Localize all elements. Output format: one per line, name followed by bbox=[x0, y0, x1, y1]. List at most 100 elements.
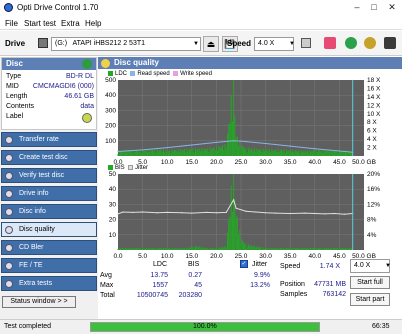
bottom-y-right-tick: 16% bbox=[367, 186, 380, 193]
menu-start-test[interactable]: Start test bbox=[24, 19, 56, 28]
chevron-down-icon: ▼ bbox=[385, 263, 391, 269]
total-ldc: 10500745 bbox=[136, 292, 168, 299]
top-read-speed-point bbox=[215, 141, 217, 143]
bottom-y-left-tick: 10 bbox=[109, 232, 117, 239]
drive-icon bbox=[38, 38, 48, 48]
app-icon bbox=[4, 3, 13, 12]
col-header-ldc: LDC bbox=[153, 261, 168, 268]
top-x-tick: 20.0 bbox=[210, 159, 223, 166]
top-x-tick: 40.0 bbox=[308, 159, 321, 166]
close-icon[interactable]: ✕ bbox=[385, 2, 399, 13]
progress-text: 100.0% bbox=[193, 323, 217, 330]
start-full-button[interactable]: Start full bbox=[350, 276, 390, 289]
bottom-jitter-point bbox=[122, 211, 124, 213]
top-y-right-tick: 2 X bbox=[367, 145, 377, 152]
arrow-icon[interactable] bbox=[301, 38, 311, 48]
disc-key-type: Type bbox=[6, 73, 22, 80]
nav-item-label: Create test disc bbox=[19, 154, 68, 161]
bottom-jitter-point bbox=[225, 211, 227, 213]
bottom-x-tick: 45.0 bbox=[333, 253, 346, 260]
nav-item-drive-info[interactable]: Drive info bbox=[1, 186, 97, 201]
nav-item-label: Disc info bbox=[19, 208, 46, 215]
disc-copy-icon[interactable] bbox=[345, 37, 357, 49]
nav-item-label: CD Bler bbox=[19, 244, 44, 251]
top-y-left-tick: 200 bbox=[105, 123, 116, 130]
position-label: Position bbox=[280, 281, 305, 288]
bottom-x-tick: 10.0 bbox=[161, 253, 174, 260]
toolbar: Drive (G:) ATAPI iHBS212 2 53T1 ▼ ⏏ 💾 Sp… bbox=[0, 31, 402, 56]
top-x-tick: 25.0 bbox=[235, 159, 248, 166]
bottom-jitter-point bbox=[265, 212, 267, 214]
nav-item-label: Drive info bbox=[19, 190, 49, 197]
top-read-speed-point bbox=[233, 140, 235, 142]
minimize-icon[interactable]: – bbox=[350, 2, 364, 13]
menu-help[interactable]: Help bbox=[85, 19, 101, 28]
top-y-left-tick: 100 bbox=[105, 138, 116, 145]
bottom-y-left-tick: 50 bbox=[109, 171, 117, 178]
drive-select[interactable]: (G:) ATAPI iHBS212 2 53T1 bbox=[51, 37, 201, 51]
nav-item-label: FE / TE bbox=[19, 262, 43, 269]
bottom-y-left-tick: 30 bbox=[109, 201, 117, 208]
bottom-jitter-point bbox=[274, 212, 277, 214]
bottom-jitter-point bbox=[333, 212, 336, 215]
nav-item-cd-bler[interactable]: CD Bler bbox=[1, 240, 97, 255]
legend-read-swatch bbox=[130, 71, 136, 76]
disc-value-contents: data bbox=[80, 103, 94, 110]
label-edit-icon[interactable] bbox=[82, 113, 92, 123]
bottom-jitter-point bbox=[324, 213, 326, 215]
maximize-icon[interactable]: □ bbox=[367, 2, 381, 13]
title-bar: Opti Drive Control 1.70 – □ ✕ bbox=[0, 0, 402, 15]
menu-extra[interactable]: Extra bbox=[61, 19, 80, 28]
avg-label: Avg bbox=[100, 272, 112, 279]
settings-icon[interactable] bbox=[364, 37, 376, 49]
nav-item-transfer-rate[interactable]: Transfer rate bbox=[1, 132, 97, 147]
bottom-jitter-point bbox=[304, 212, 306, 214]
bottom-jitter-point bbox=[255, 211, 257, 213]
speed-stat-label: Speed bbox=[280, 263, 301, 270]
nav-item-fe-te[interactable]: FE / TE bbox=[1, 258, 97, 273]
window-title: Opti Drive Control 1.70 bbox=[17, 3, 99, 12]
max-ldc: 1557 bbox=[152, 282, 168, 289]
top-x-tick: 30.0 bbox=[259, 159, 272, 166]
refresh-icon[interactable] bbox=[82, 59, 92, 69]
top-x-tick: 15.0 bbox=[185, 159, 198, 166]
bottom-jitter-point bbox=[156, 212, 158, 214]
nav-item-disc-quality[interactable]: Disc quality bbox=[1, 222, 97, 237]
jitter-checkbox[interactable]: ✓ bbox=[240, 260, 248, 268]
total-label: Total bbox=[100, 292, 115, 299]
erase-icon[interactable] bbox=[324, 37, 336, 49]
save-file-icon[interactable] bbox=[384, 37, 396, 49]
bottom-jitter-point bbox=[215, 212, 217, 214]
top-y-right-tick: 8 X bbox=[367, 119, 377, 126]
drive-letter: (G:) bbox=[55, 40, 68, 47]
nav-item-extra-tests[interactable]: Extra tests bbox=[1, 276, 97, 291]
top-x-tick: 35.0 bbox=[284, 159, 297, 166]
nav-item-label: Disc quality bbox=[19, 226, 55, 233]
speed-select[interactable]: 4.0 X bbox=[254, 37, 294, 51]
top-y-right-tick: 14 X bbox=[367, 94, 381, 101]
nav-item-verify-test-disc[interactable]: Verify test disc bbox=[1, 168, 97, 183]
quality-speed-select[interactable]: 4.0 X bbox=[350, 259, 390, 273]
stats-panel: LDC BIS Avg 13.75 0.27 Max 1557 45 Total… bbox=[98, 259, 402, 318]
bottom-y-left-tick: 40 bbox=[109, 186, 117, 193]
bottom-x-tick: 40.0 bbox=[308, 253, 321, 260]
nav-item-disc-info[interactable]: Disc info bbox=[1, 204, 97, 219]
ldc-chart: 500 400 300 200 100 18 X16 X 14 X12 X 10 X8 X 6 … bbox=[105, 77, 381, 166]
menu-file[interactable]: File bbox=[5, 19, 18, 28]
top-x-tick: 10.0 bbox=[161, 159, 174, 166]
top-y-left-tick: 400 bbox=[105, 92, 116, 99]
status-window-button[interactable]: Status window > > bbox=[2, 296, 76, 308]
speed-label: Speed bbox=[227, 39, 252, 48]
drive-label: Drive bbox=[5, 39, 26, 48]
top-read-speed-point bbox=[191, 144, 193, 146]
nav-item-label: Verify test disc bbox=[19, 172, 65, 179]
drive-name: ATAPI iHBS212 2 53T1 bbox=[72, 40, 146, 47]
status-bar: Test completed 100.0% 66:35 bbox=[0, 319, 402, 334]
eject-icon[interactable]: ⏏ bbox=[203, 36, 219, 52]
nav-item-create-test-disc[interactable]: Create test disc bbox=[1, 150, 97, 165]
avg-bis: 0.27 bbox=[188, 272, 202, 279]
start-part-button[interactable]: Start part bbox=[350, 293, 390, 306]
nav-item-label: Transfer rate bbox=[19, 136, 59, 143]
bottom-jitter-point bbox=[191, 212, 193, 214]
top-read-speed-point bbox=[289, 145, 291, 147]
